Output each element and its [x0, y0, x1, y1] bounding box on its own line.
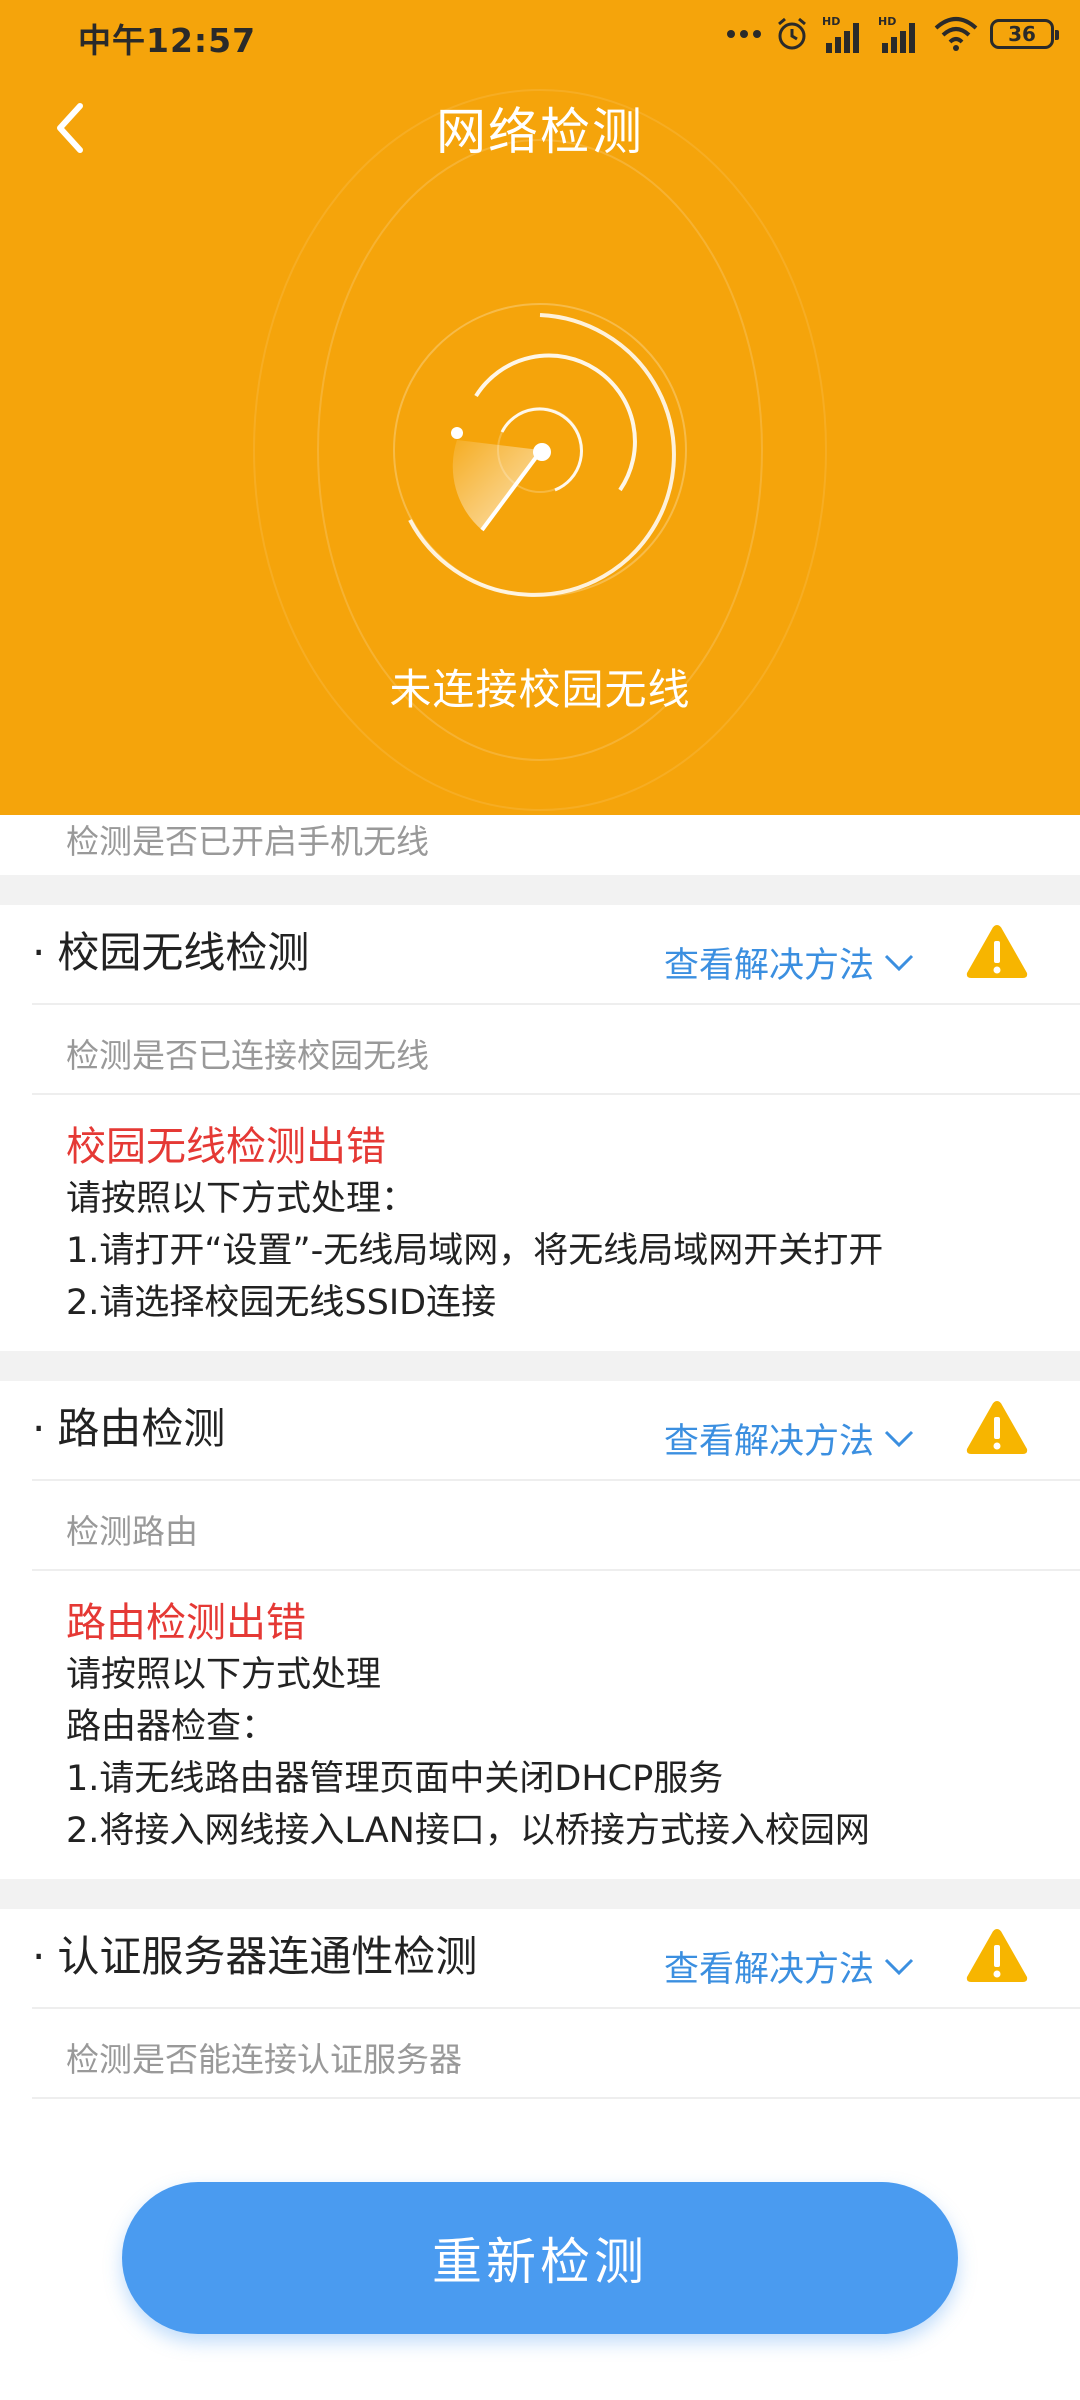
section-title-text: 校园无线检测 — [57, 928, 310, 977]
divider — [0, 1351, 1080, 1381]
connection-status-text: 未连接校园无线 — [389, 665, 691, 714]
section-header: · 校园无线检测 查看解决方法 — [32, 905, 1080, 1005]
chevron-down-icon — [884, 1958, 914, 1975]
divider — [0, 875, 1080, 905]
header: 中午12:57 HD HD 36 网络检测 未连接校园无线 — [0, 0, 1080, 815]
svg-text:HD: HD — [822, 15, 840, 28]
section-description-row: 检测是否已连接校园无线 — [32, 1005, 1080, 1095]
view-solution-link[interactable]: 查看解决方法 — [664, 937, 914, 988]
check-description: 检测是否能连接认证服务器 — [66, 2040, 462, 2079]
error-title: 校园无线检测出错 — [66, 1124, 386, 1170]
view-solution-label: 查看解决方法 — [664, 1950, 875, 1990]
status-time: 中午12:57 — [78, 21, 257, 60]
signal-hd-icon: HD — [878, 15, 915, 53]
warning-icon — [966, 1401, 1028, 1454]
battery-icon: 36 — [990, 19, 1059, 49]
status-icons: HD HD 36 — [726, 12, 1059, 56]
section-title: · 认证服务器连通性检测 — [32, 1932, 478, 1981]
bottom-action-area: 重新检测 — [0, 2112, 1080, 2400]
signal-hd-icon: HD — [822, 15, 859, 53]
error-instruction: 2.将接入网线接入LAN接口，以桥接方式接入校园网 — [66, 1811, 870, 1851]
section-title: · 校园无线检测 — [32, 928, 310, 977]
view-solution-label: 查看解决方法 — [664, 1422, 875, 1462]
nav-bar: 网络检测 — [0, 78, 1080, 178]
wifi-icon — [934, 17, 978, 51]
section-title: · 路由检测 — [32, 1404, 226, 1453]
error-details: 校园无线检测出错 请按照以下方式处理： 1.请打开“设置”-无线局域网，将无线局… — [0, 1095, 1080, 1351]
check-description: 检测是否已开启手机无线 — [66, 822, 429, 861]
partial-check-item: 检测是否已开启手机无线 — [0, 815, 1080, 875]
error-instruction: 2.请选择校园无线SSID连接 — [66, 1283, 497, 1323]
warning-icon — [966, 1929, 1028, 1982]
error-instruction: 路由器检查： — [66, 1707, 277, 1747]
view-solution-label: 查看解决方法 — [664, 946, 875, 986]
status-bar: 中午12:57 HD HD 36 — [0, 0, 1080, 70]
section-header: · 认证服务器连通性检测 查看解决方法 — [32, 1909, 1080, 2009]
section-title-text: 路由检测 — [57, 1404, 226, 1453]
check-section-router: · 路由检测 查看解决方法 检测路由 路由检测出错 请按照以下方式处理 路由器检查… — [0, 1381, 1080, 1879]
section-title-text: 认证服务器连通性检测 — [57, 1932, 478, 1981]
page-title: 网络检测 — [436, 103, 644, 161]
error-instruction: 1.请无线路由器管理页面中关闭DHCP服务 — [66, 1759, 724, 1799]
check-section-auth-server: · 认证服务器连通性检测 查看解决方法 检测是否能连接认证服务器 — [0, 1909, 1080, 2099]
svg-text:HD: HD — [878, 15, 896, 28]
section-description-row: 检测是否能连接认证服务器 — [32, 2009, 1080, 2099]
view-solution-link[interactable]: 查看解决方法 — [664, 1413, 914, 1464]
check-description: 检测是否已连接校园无线 — [66, 1036, 429, 1075]
error-details: 路由检测出错 请按照以下方式处理 路由器检查： 1.请无线路由器管理页面中关闭D… — [0, 1571, 1080, 1879]
more-dots-icon — [727, 30, 761, 38]
check-description: 检测路由 — [66, 1512, 198, 1551]
recheck-button[interactable]: 重新检测 — [122, 2182, 958, 2334]
warning-icon — [966, 925, 1028, 978]
error-instruction: 请按照以下方式处理： — [66, 1179, 417, 1219]
chevron-down-icon — [884, 954, 914, 971]
error-instruction: 1.请打开“设置”-无线局域网，将无线局域网开关打开 — [66, 1231, 884, 1271]
check-section-campus-wifi: · 校园无线检测 查看解决方法 检测是否已连接校园无线 校园无线检测出错 请按照以… — [0, 905, 1080, 1351]
section-description-row: 检测路由 — [32, 1481, 1080, 1571]
alarm-icon — [778, 17, 806, 50]
check-list: 检测是否已开启手机无线 ·校园无线检测 查看解决方法 检测是否已连接校园无线 — [0, 815, 1080, 2099]
divider — [0, 1879, 1080, 1909]
error-title: 路由检测出错 — [66, 1600, 306, 1646]
section-header: · 路由检测 查看解决方法 — [32, 1381, 1080, 1481]
error-instruction: 请按照以下方式处理 — [66, 1655, 382, 1695]
chevron-down-icon — [884, 1430, 914, 1447]
view-solution-link[interactable]: 查看解决方法 — [664, 1941, 914, 1992]
